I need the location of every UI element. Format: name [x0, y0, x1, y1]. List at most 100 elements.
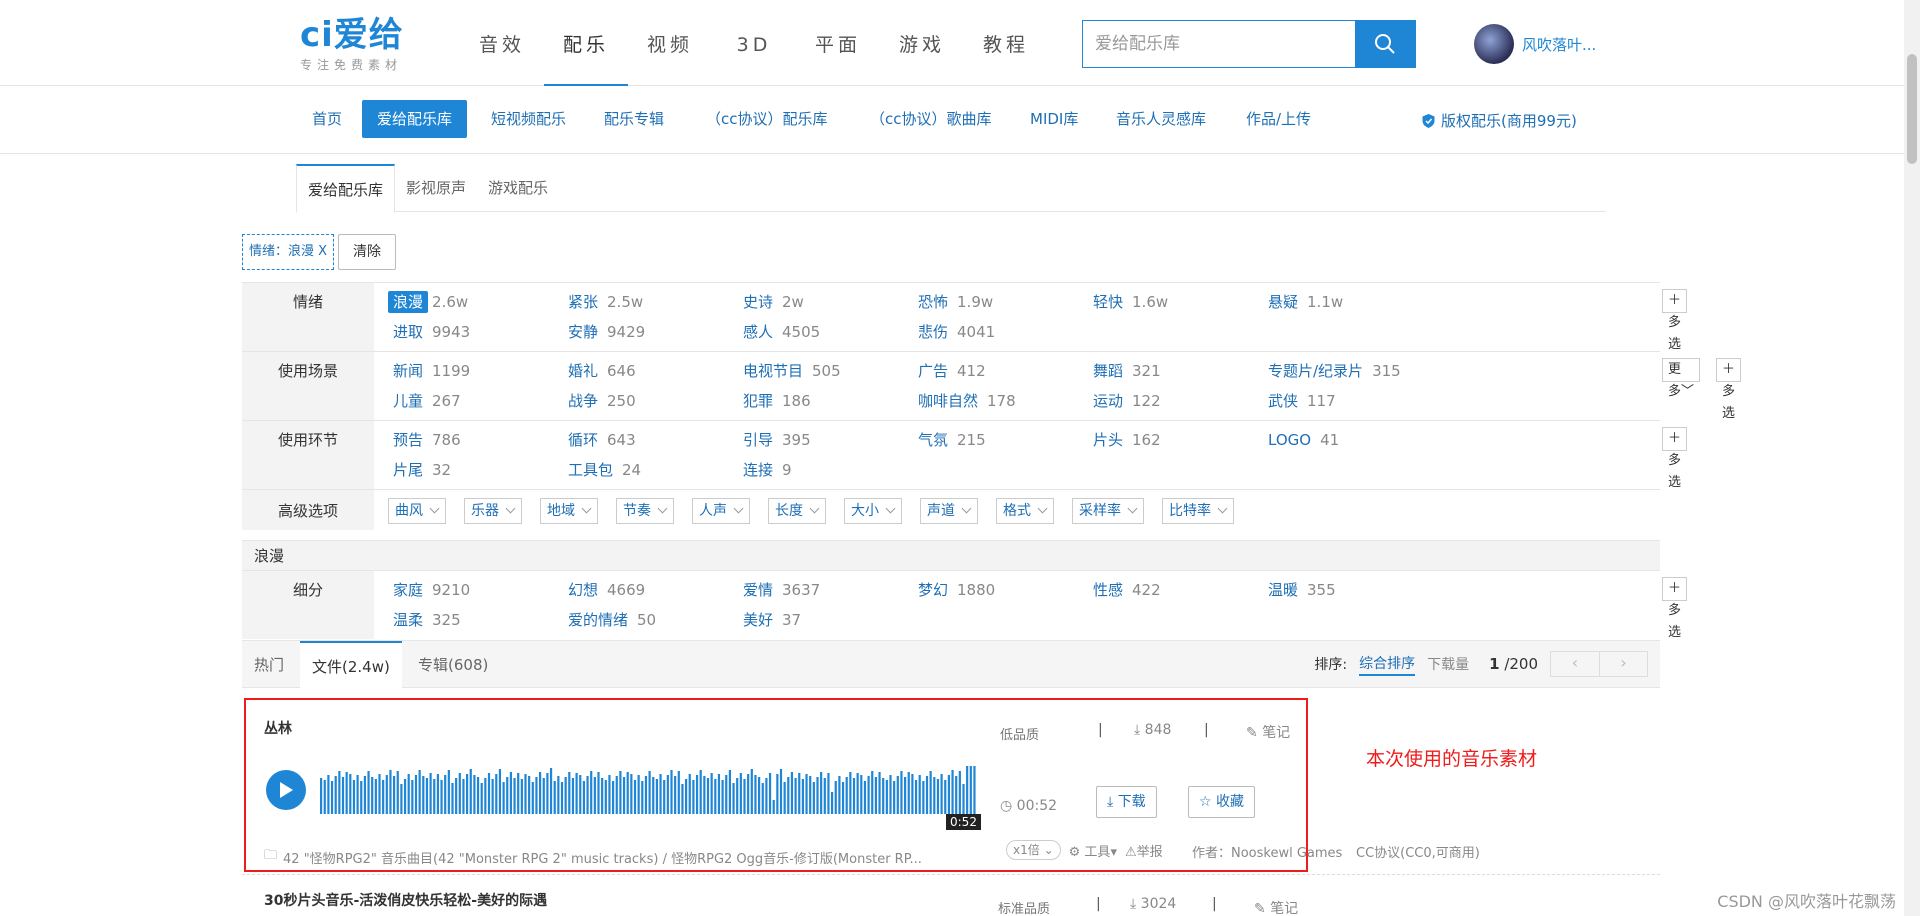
advanced-select[interactable]: 比特率 — [1162, 498, 1234, 524]
advanced-select[interactable]: 节奏 — [616, 498, 674, 524]
tab-albums[interactable]: 专辑(608) — [406, 641, 500, 688]
subnav-music-library[interactable]: 爱给配乐库 — [362, 100, 468, 138]
tools-menu[interactable]: ⚙ 工具▾ — [1069, 841, 1117, 860]
multi-select-button[interactable]: ＋多选 — [1662, 289, 1688, 352]
search-button[interactable] — [1355, 21, 1415, 67]
filter-option[interactable]: 运动 122 — [1088, 388, 1263, 414]
filter-option[interactable]: 片尾 32 — [388, 457, 563, 483]
subnav-inspiration[interactable]: 音乐人灵感库 — [1116, 100, 1206, 138]
subnav-upload[interactable]: 作品/上传 — [1246, 100, 1311, 138]
advanced-select[interactable]: 地域 — [540, 498, 598, 524]
track-title[interactable]: 丛林 — [264, 718, 292, 738]
filter-option[interactable]: 爱的情绪 50 — [563, 607, 738, 633]
filter-option[interactable]: 安静 9429 — [563, 319, 738, 345]
prev-page-button[interactable]: ‹ — [1551, 652, 1599, 676]
advanced-select[interactable]: 声道 — [920, 498, 978, 524]
advanced-select[interactable]: 人声 — [692, 498, 750, 524]
nav-music[interactable]: 配乐 — [544, 0, 628, 86]
filter-option[interactable]: 浪漫 2.6w — [388, 289, 563, 315]
filter-option[interactable]: 悲伤 4041 — [913, 319, 1088, 345]
filter-option[interactable]: 温暖 355 — [1263, 577, 1438, 603]
filter-option[interactable]: 性感 422 — [1088, 577, 1263, 603]
next-note-link[interactable]: ✎ 笔记 — [1254, 898, 1298, 916]
filter-option[interactable]: LOGO 41 — [1263, 427, 1438, 453]
nav-3d[interactable]: 3D — [712, 0, 796, 86]
filter-option[interactable]: 专题片/纪录片 315 — [1263, 358, 1438, 384]
active-filter-chip[interactable]: 情绪：浪漫 X — [242, 234, 335, 270]
filter-option[interactable]: 工具包 24 — [563, 457, 738, 483]
advanced-select[interactable]: 采样率 — [1072, 498, 1144, 524]
tab-music-library[interactable]: 爱给配乐库 — [296, 164, 396, 213]
speed-select[interactable]: x1倍 ⌄ — [1006, 840, 1061, 860]
subnav-cc-songs[interactable]: （cc协议）歌曲库 — [870, 100, 992, 138]
search-input[interactable] — [1083, 21, 1355, 67]
filter-option[interactable]: 进取 9943 — [388, 319, 563, 345]
filter-option[interactable]: 史诗 2w — [738, 289, 913, 315]
next-page-button[interactable]: › — [1599, 652, 1647, 676]
filter-option[interactable]: 舞蹈 321 — [1088, 358, 1263, 384]
nav-game[interactable]: 游戏 — [880, 0, 964, 86]
filter-option[interactable]: 新闻 1199 — [388, 358, 563, 384]
filter-option[interactable]: 婚礼 646 — [563, 358, 738, 384]
filter-option[interactable]: 引导 395 — [738, 427, 913, 453]
nav-tutorial[interactable]: 教程 — [964, 0, 1048, 86]
download-button[interactable]: ⤓ 下载 — [1096, 786, 1157, 818]
filter-option[interactable]: 爱情 3637 — [738, 577, 913, 603]
multi-select-button[interactable]: ＋多选 — [1662, 427, 1688, 490]
filter-option[interactable]: 气氛 215 — [913, 427, 1088, 453]
filter-option[interactable]: 美好 37 — [738, 607, 913, 633]
more-button[interactable]: 更多﹀ — [1662, 358, 1701, 399]
filter-option[interactable]: 温柔 325 — [388, 607, 563, 633]
filter-option[interactable]: 电视节目 505 — [738, 358, 913, 384]
avatar[interactable] — [1474, 24, 1514, 64]
user-name[interactable]: 风吹落叶... — [1522, 34, 1596, 55]
filter-option[interactable]: 循环 643 — [563, 427, 738, 453]
advanced-select[interactable]: 长度 — [768, 498, 826, 524]
advanced-select[interactable]: 大小 — [844, 498, 902, 524]
site-logo[interactable]: ci爱给 专注免费素材 — [300, 16, 404, 73]
filter-option[interactable]: 梦幻 1880 — [913, 577, 1088, 603]
nav-video[interactable]: 视频 — [628, 0, 712, 86]
subnav-home[interactable]: 首页 — [312, 100, 342, 138]
filter-option[interactable]: 片头 162 — [1088, 427, 1263, 453]
album-link[interactable]: 🗀 42 "怪物RPG2" 音乐曲目(42 "Monster RPG 2" mu… — [264, 846, 922, 868]
filter-option[interactable]: 广告 412 — [913, 358, 1088, 384]
scroll-thumb[interactable] — [1907, 54, 1917, 164]
sort-default[interactable]: 综合排序 — [1359, 653, 1416, 676]
nav-sound-effects[interactable]: 音效 — [460, 0, 544, 86]
multi-select-button[interactable]: ＋多选 — [1716, 358, 1742, 421]
tab-soundtrack[interactable]: 影视原声 — [395, 164, 477, 212]
play-button[interactable] — [266, 770, 306, 810]
clear-filters-button[interactable]: 清除 — [338, 234, 396, 270]
sort-downloads[interactable]: 下载量 — [1427, 654, 1469, 674]
tab-files[interactable]: 文件(2.4w) — [300, 641, 402, 689]
filter-option[interactable]: 轻快 1.6w — [1088, 289, 1263, 315]
advanced-select[interactable]: 格式 — [996, 498, 1054, 524]
subnav-short-video[interactable]: 短视频配乐 — [491, 100, 566, 138]
scrollbar[interactable] — [1904, 0, 1920, 916]
nav-graphic[interactable]: 平面 — [796, 0, 880, 86]
subnav-cc-music[interactable]: （cc协议）配乐库 — [706, 100, 828, 138]
filter-option[interactable]: 悬疑 1.1w — [1263, 289, 1438, 315]
filter-option[interactable]: 紧张 2.5w — [563, 289, 738, 315]
filter-option[interactable]: 连接 9 — [738, 457, 913, 483]
note-link[interactable]: ✎ 笔记 — [1246, 722, 1290, 742]
filter-option[interactable]: 儿童 267 — [388, 388, 563, 414]
filter-option[interactable]: 战争 250 — [563, 388, 738, 414]
copyright-music-link[interactable]: 版权配乐(商用99元) — [1422, 110, 1577, 131]
filter-option[interactable]: 家庭 9210 — [388, 577, 563, 603]
filter-option[interactable]: 感人 4505 — [738, 319, 913, 345]
subnav-albums[interactable]: 配乐专辑 — [604, 100, 664, 138]
filter-option[interactable]: 幻想 4669 — [563, 577, 738, 603]
filter-option[interactable]: 咖啡自然 178 — [913, 388, 1088, 414]
advanced-select[interactable]: 乐器 — [464, 498, 522, 524]
tab-game-music[interactable]: 游戏配乐 — [477, 164, 559, 212]
filter-option[interactable]: 恐怖 1.9w — [913, 289, 1088, 315]
filter-option[interactable]: 武侠 117 — [1263, 388, 1438, 414]
report-link[interactable]: ⚠举报 — [1125, 841, 1163, 860]
multi-select-button[interactable]: ＋多选 — [1662, 577, 1688, 640]
advanced-select[interactable]: 曲风 — [388, 498, 446, 524]
subnav-midi[interactable]: MIDI库 — [1030, 100, 1078, 138]
collect-button[interactable]: ☆ 收藏 — [1188, 786, 1256, 818]
tab-hot[interactable]: 热门 — [242, 641, 296, 688]
